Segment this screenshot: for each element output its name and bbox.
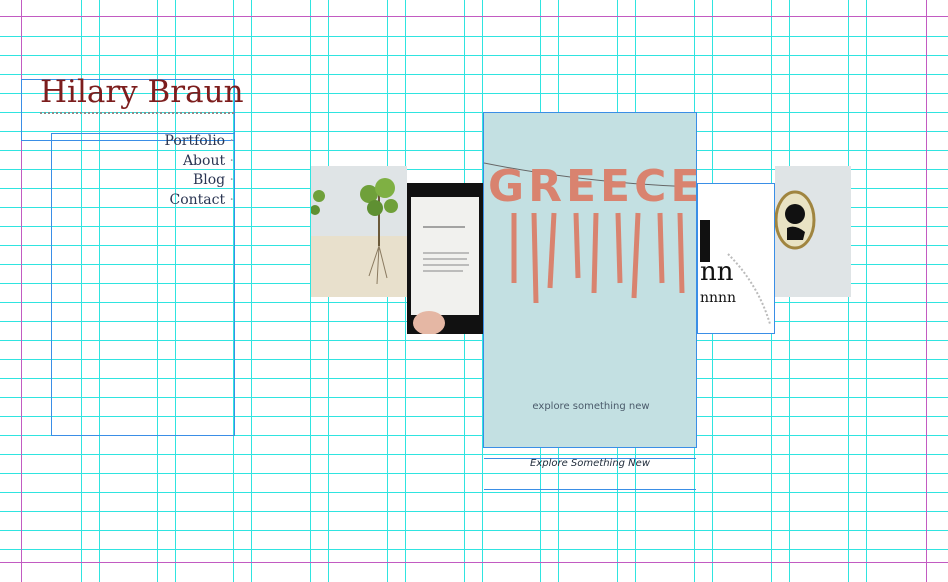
nav-about-link[interactable]: About <box>165 152 235 172</box>
nav-blog-link[interactable]: Blog <box>165 171 235 191</box>
svg-text:nnnn: nnnn <box>700 290 736 306</box>
main-nav: Portfolio About Blog Contact <box>165 132 235 210</box>
featured-caption[interactable]: Explore Something New <box>484 458 696 469</box>
greece-heading: GREECE <box>488 161 697 212</box>
cameo-portrait-icon <box>775 190 816 250</box>
nav-contact-link[interactable]: Contact <box>165 191 235 211</box>
svg-text:nn: nn <box>700 257 734 287</box>
title-divider <box>40 112 234 114</box>
site-title[interactable]: Hilary Braun <box>40 74 244 110</box>
typography-poster-icon: nn nnnn <box>700 220 771 325</box>
nav-portfolio-link[interactable]: Portfolio <box>165 132 235 152</box>
carousel-featured-greece[interactable]: GREECE explore something new <box>483 112 697 448</box>
carousel-thumbnail-typography[interactable]: nn nnnn <box>697 183 775 334</box>
book-page-icon <box>411 197 479 334</box>
tree-illustration-icon <box>311 178 407 297</box>
featured-tagline: explore something new <box>532 401 650 412</box>
carousel-thumbnail-cameo[interactable] <box>775 166 851 297</box>
carousel-thumbnail-book[interactable] <box>407 183 483 334</box>
carousel-thumbnail-tree[interactable] <box>311 166 407 297</box>
